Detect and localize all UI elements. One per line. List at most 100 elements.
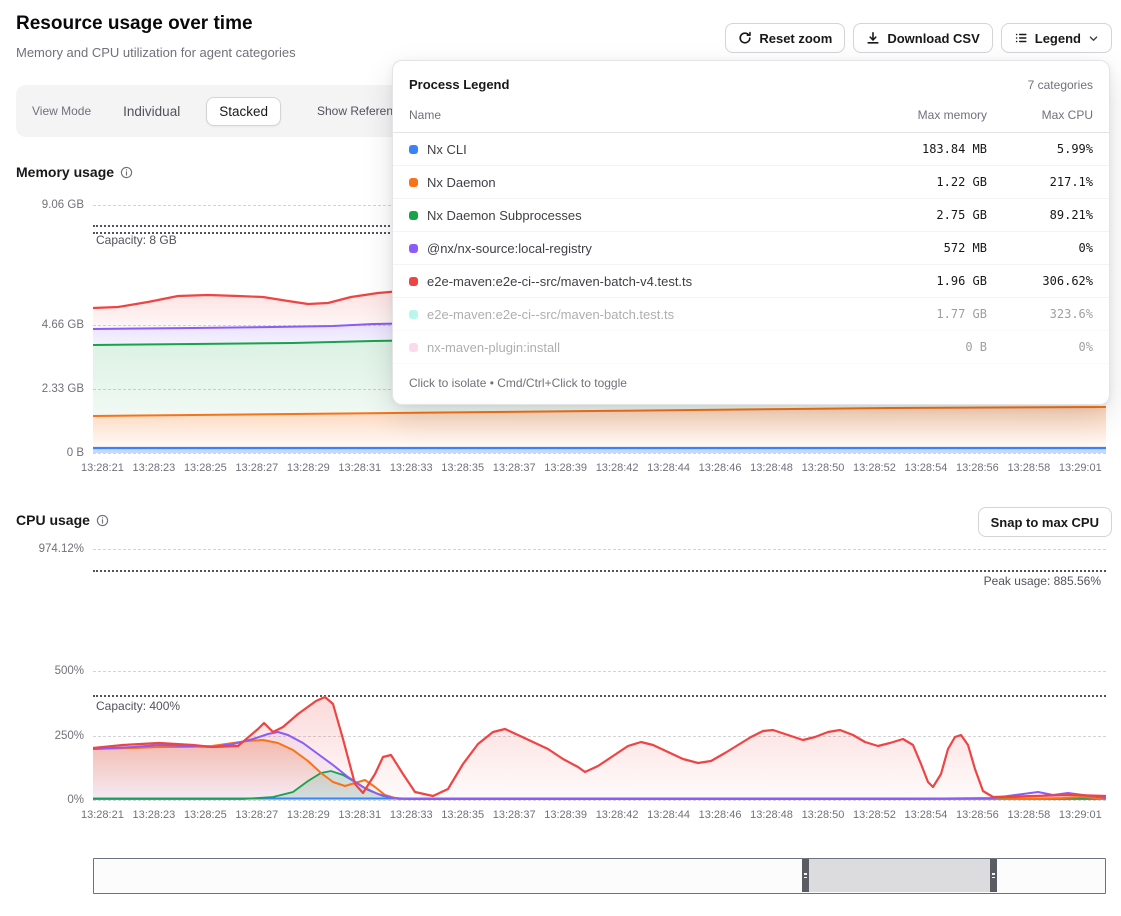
info-icon[interactable] [96, 514, 109, 527]
x-tick-label: 13:28:48 [750, 809, 793, 821]
legend-row[interactable]: e2e-maven:e2e-ci--src/maven-batch.test.t… [393, 298, 1109, 331]
series-color-dot [409, 244, 418, 253]
series-color-dot [409, 145, 418, 154]
memory-section-title: Memory usage [16, 164, 133, 180]
memory-ytick: 4.66 GB [0, 319, 84, 331]
x-tick-label: 13:28:25 [184, 462, 227, 474]
column-max-memory: Max memory [867, 108, 987, 122]
legend-row[interactable]: Nx CLI183.84 MB5.99% [393, 133, 1109, 166]
brush-handle-right[interactable] [990, 859, 997, 892]
legend-label: Legend [1035, 31, 1081, 46]
snap-to-max-cpu-button[interactable]: Snap to max CPU [978, 507, 1112, 537]
series-name: e2e-maven:e2e-ci--src/maven-batch.test.t… [427, 307, 867, 322]
series-color-dot [409, 277, 418, 286]
x-tick-label: 13:28:29 [287, 809, 330, 821]
memory-ytick: 0 B [0, 447, 84, 459]
view-mode-individual[interactable]: Individual [111, 98, 192, 125]
x-tick-label: 13:28:54 [905, 809, 948, 821]
list-icon [1014, 31, 1028, 45]
series-max-cpu: 323.6% [987, 307, 1093, 321]
series-max-cpu: 0% [987, 241, 1093, 255]
brush-selection[interactable] [806, 859, 994, 892]
brush-handle-left[interactable] [802, 859, 809, 892]
series-max-memory: 1.77 GB [867, 307, 987, 321]
legend-rows: Nx CLI183.84 MB5.99%Nx Daemon1.22 GB217.… [393, 133, 1109, 364]
download-csv-button[interactable]: Download CSV [853, 23, 992, 53]
series-max-cpu: 0% [987, 340, 1093, 354]
series-name: nx-maven-plugin:install [427, 340, 867, 355]
download-icon [866, 31, 880, 45]
x-tick-label: 13:28:39 [544, 809, 587, 821]
series-max-memory: 1.22 GB [867, 175, 987, 189]
series-color-dot [409, 178, 418, 187]
x-tick-label: 13:28:44 [647, 809, 690, 821]
series-name: Nx Daemon Subprocesses [427, 208, 867, 223]
process-legend-title: Process Legend [409, 77, 509, 92]
memory-gridline [93, 453, 1106, 454]
legend-footer-hint: Click to isolate • Cmd/Ctrl+Click to tog… [393, 364, 1109, 404]
series-name: Nx CLI [427, 142, 867, 157]
x-tick-label: 13:28:52 [853, 462, 896, 474]
x-tick-label: 13:28:50 [802, 462, 845, 474]
legend-dropdown-button[interactable]: Legend [1001, 23, 1112, 53]
x-tick-label: 13:28:37 [493, 462, 536, 474]
x-tick-label: 13:28:33 [390, 809, 433, 821]
cpu-ytick: 974.12% [0, 543, 84, 555]
series-color-dot [409, 343, 418, 352]
x-tick-label: 13:28:58 [1007, 809, 1050, 821]
header-actions: Reset zoom Download CSV Legend [725, 23, 1112, 53]
view-mode-label: View Mode [32, 104, 91, 118]
series-max-memory: 572 MB [867, 241, 987, 255]
snap-to-max-cpu-label: Snap to max CPU [991, 515, 1099, 530]
legend-row[interactable]: e2e-maven:e2e-ci--src/maven-batch-v4.tes… [393, 265, 1109, 298]
x-tick-label: 13:28:46 [699, 809, 742, 821]
cpu-x-axis: 13:28:2113:28:2313:28:2513:28:2713:28:29… [81, 809, 1102, 821]
legend-column-headers: Name Max memory Max CPU [393, 104, 1109, 133]
x-tick-label: 13:28:56 [956, 462, 999, 474]
series-max-cpu: 306.62% [987, 274, 1093, 288]
cpu-title-text: CPU usage [16, 512, 90, 528]
cpu-chart-plot[interactable] [93, 549, 1106, 800]
x-tick-label: 13:28:27 [235, 809, 278, 821]
x-tick-label: 13:28:54 [905, 462, 948, 474]
x-tick-label: 13:28:33 [390, 462, 433, 474]
x-tick-label: 13:28:25 [184, 809, 227, 821]
x-tick-label: 13:28:50 [802, 809, 845, 821]
x-tick-label: 13:28:23 [132, 809, 175, 821]
reset-zoom-button[interactable]: Reset zoom [725, 23, 845, 53]
series-name: e2e-maven:e2e-ci--src/maven-batch-v4.tes… [427, 274, 867, 289]
time-range-brush[interactable] [93, 858, 1106, 894]
x-tick-label: 13:28:27 [235, 462, 278, 474]
resource-usage-page: Resource usage over time Memory and CPU … [0, 0, 1121, 916]
x-tick-label: 13:29:01 [1059, 809, 1102, 821]
x-tick-label: 13:28:35 [441, 809, 484, 821]
column-name: Name [409, 108, 867, 122]
x-tick-label: 13:28:23 [132, 462, 175, 474]
x-tick-label: 13:29:01 [1059, 462, 1102, 474]
x-tick-label: 13:28:29 [287, 462, 330, 474]
cpu-section-title: CPU usage [16, 512, 109, 528]
cpu-ytick: 500% [0, 665, 84, 677]
x-tick-label: 13:28:56 [956, 809, 999, 821]
refresh-icon [738, 31, 752, 45]
legend-row[interactable]: @nx/nx-source:local-registry572 MB0% [393, 232, 1109, 265]
category-count: 7 categories [1028, 78, 1093, 92]
x-tick-label: 13:28:42 [596, 809, 639, 821]
view-mode-stacked[interactable]: Stacked [206, 97, 281, 126]
x-tick-label: 13:28:52 [853, 809, 896, 821]
series-max-memory: 2.75 GB [867, 208, 987, 222]
series-color-dot [409, 211, 418, 220]
legend-row[interactable]: Nx Daemon1.22 GB217.1% [393, 166, 1109, 199]
info-icon[interactable] [120, 166, 133, 179]
legend-row[interactable]: nx-maven-plugin:install0 B0% [393, 331, 1109, 364]
x-tick-label: 13:28:37 [493, 809, 536, 821]
page-subtitle: Memory and CPU utilization for agent cat… [16, 45, 296, 60]
x-tick-label: 13:28:35 [441, 462, 484, 474]
legend-row[interactable]: Nx Daemon Subprocesses2.75 GB89.21% [393, 199, 1109, 232]
memory-ytick: 9.06 GB [0, 199, 84, 211]
x-tick-label: 13:28:48 [750, 462, 793, 474]
cpu-gridline [93, 800, 1106, 801]
series-color-dot [409, 310, 418, 319]
series-max-memory: 183.84 MB [867, 142, 987, 156]
cpu-ytick: 0% [0, 794, 84, 806]
